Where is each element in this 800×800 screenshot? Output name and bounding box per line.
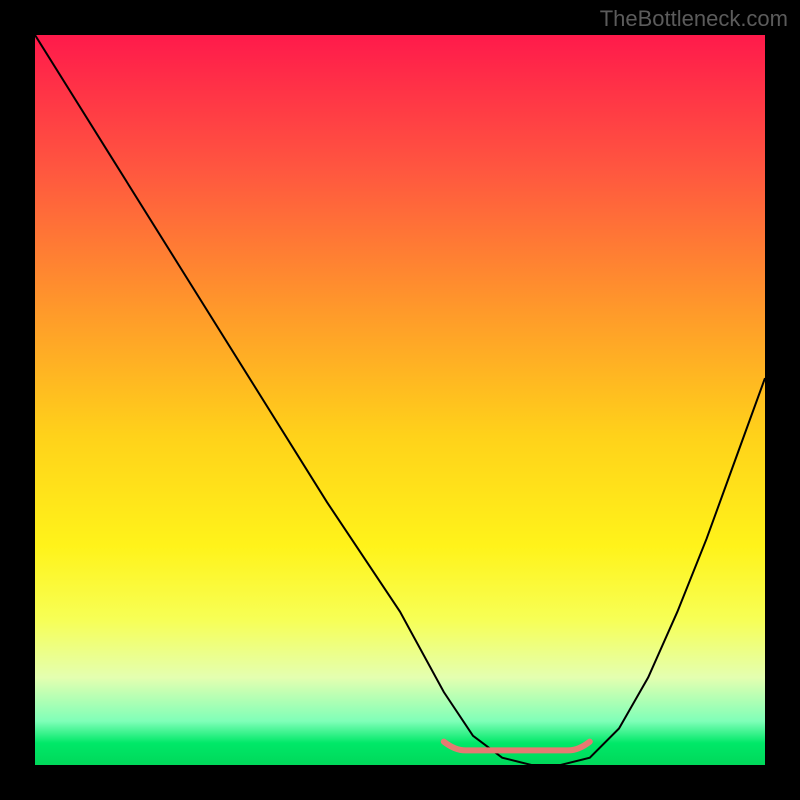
watermark-text: TheBottleneck.com	[600, 6, 788, 32]
chart-frame: TheBottleneck.com	[0, 0, 800, 800]
plot-area	[35, 35, 765, 765]
optimal-range-marker	[35, 35, 765, 765]
